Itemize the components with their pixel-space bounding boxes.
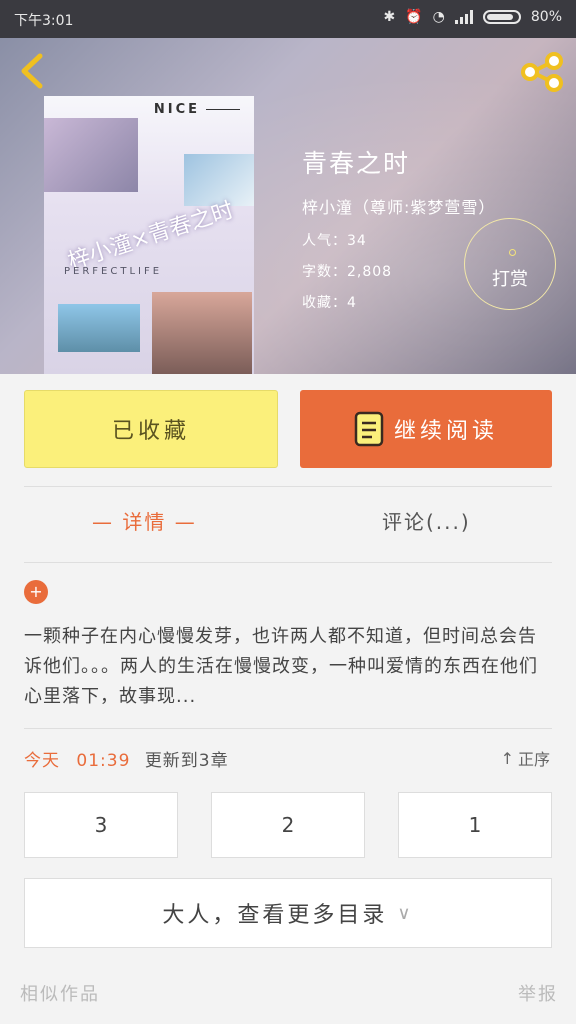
continue-reading-button[interactable]: 继续阅读: [300, 390, 552, 468]
battery-icon: [482, 10, 521, 24]
signal-icon: [454, 10, 473, 24]
tab-comments[interactable]: 评论(...): [382, 506, 471, 535]
share-icon[interactable]: [520, 52, 564, 92]
book-info: 青春之时 梓小潼（尊师:紫梦萱雪） 人气：34 字数：2,808 收藏：4: [302, 144, 495, 323]
book-description: 一颗种子在内心慢慢发芽，也许两人都不知道，但时间总会告诉他们。。。两人的生活在慢…: [24, 626, 538, 707]
status-time: 下午3:01: [14, 13, 74, 29]
battery-percent: 80%: [530, 9, 562, 25]
update-day: 今天: [24, 751, 60, 771]
coin-icon: [509, 249, 516, 256]
collect-button[interactable]: 已收藏: [24, 390, 278, 468]
back-icon[interactable]: [16, 52, 46, 90]
continue-reading-label: 继续阅读: [393, 419, 498, 444]
status-bar: 下午3:01 ✱ ⏰ ◔ 80%: [0, 0, 576, 38]
sort-order-button[interactable]: ↑ 正序: [501, 746, 550, 770]
cover-photo: [152, 292, 252, 374]
cover-photo: [44, 118, 138, 192]
book-icon: [354, 411, 384, 447]
book-author: 梓小潼（尊师:紫梦萱雪）: [302, 198, 496, 217]
cover-subtitle: PERFECTLIFE: [64, 266, 163, 277]
divider: [24, 728, 552, 729]
chapter-button[interactable]: 3: [24, 792, 178, 858]
divider: [24, 486, 552, 487]
book-header: NICE 梓小潼×青春之时 PERFECTLIFE 青春之时 梓小潼（尊师:紫梦…: [0, 38, 576, 374]
status-icons: ✱ ⏰ ◔ 80%: [383, 9, 562, 25]
tip-button[interactable]: 打赏: [464, 218, 556, 310]
more-catalog-button[interactable]: 大人，查看更多目录 ∨: [24, 878, 552, 948]
chapter-button[interactable]: 2: [211, 792, 365, 858]
sort-order-label: 正序: [517, 750, 550, 769]
update-info: 今天 01:39 更新到3章: [24, 746, 229, 771]
cover-badge: NICE: [154, 102, 240, 117]
report-link[interactable]: 举报: [518, 980, 558, 1006]
more-catalog-label: 大人，查看更多目录: [162, 903, 388, 928]
divider: [24, 562, 552, 563]
bluetooth-icon: ✱: [383, 9, 396, 25]
cover-title: 梓小潼×青春之时: [65, 197, 237, 275]
tab-detail[interactable]: — 详情 —: [92, 506, 197, 535]
book-title: 青春之时: [302, 149, 411, 178]
chevron-down-icon: ∨: [397, 902, 414, 924]
tip-label: 打赏: [492, 269, 528, 290]
add-tag-icon[interactable]: +: [24, 580, 48, 604]
arrow-up-icon: ↑: [500, 748, 514, 768]
chapter-button[interactable]: 1: [398, 792, 552, 858]
book-cover: NICE 梓小潼×青春之时 PERFECTLIFE: [44, 96, 254, 374]
update-text: 更新到3章: [144, 751, 229, 771]
chapter-number: 2: [281, 813, 295, 837]
collect-label: 已收藏: [111, 419, 190, 444]
update-time: 01:39: [76, 751, 131, 771]
cover-photo: [58, 304, 140, 352]
similar-works-link[interactable]: 相似作品: [20, 980, 100, 1006]
chapter-number: 3: [94, 813, 108, 837]
wifi-icon: ◔: [432, 9, 445, 25]
book-favorites: 收藏：4: [302, 295, 357, 311]
chapter-number: 1: [468, 813, 482, 837]
alarm-icon: ⏰: [405, 9, 423, 25]
